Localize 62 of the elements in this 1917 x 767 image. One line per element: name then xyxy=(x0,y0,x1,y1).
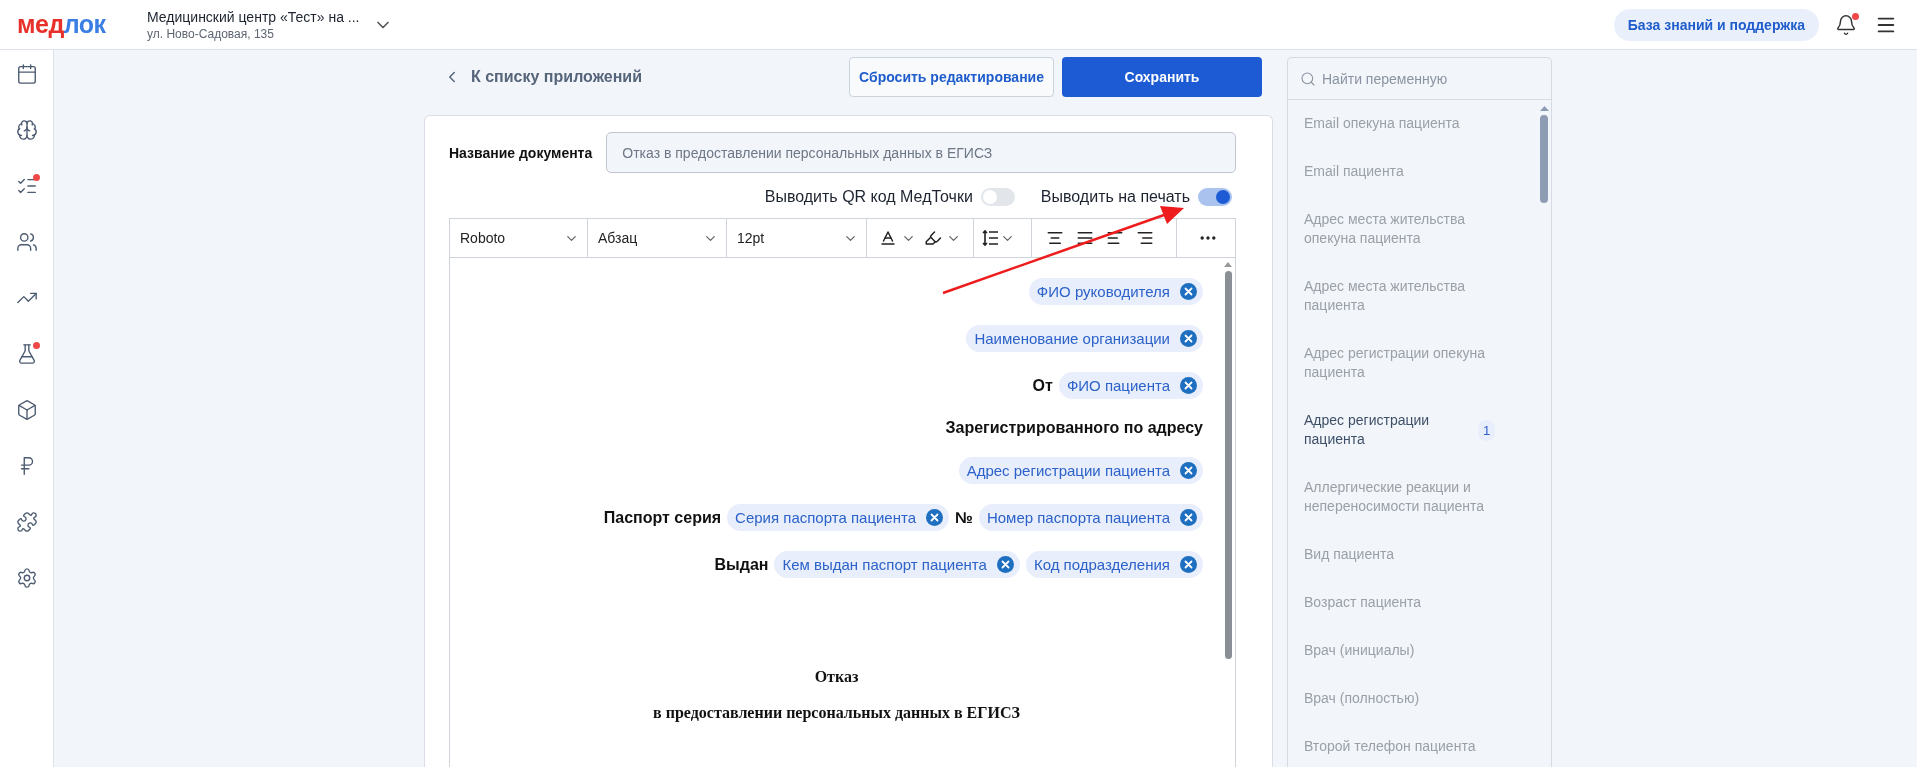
remove-icon[interactable] xyxy=(1180,509,1197,526)
remove-icon[interactable] xyxy=(926,509,944,526)
variable-chip[interactable]: Кем выдан паспорт пациента xyxy=(774,551,1020,578)
box-icon[interactable] xyxy=(15,399,38,421)
document-text: Выдан xyxy=(714,555,769,574)
document-title: в предоставлении персональных данных в ЕГИСЗ xyxy=(653,704,1020,722)
remove-icon[interactable] xyxy=(1180,330,1197,347)
document-text: От xyxy=(1032,376,1053,395)
block-format-select[interactable]: Абзац xyxy=(598,230,718,246)
variable-chip[interactable]: Серия паспорта пациента xyxy=(727,504,950,531)
document-editor[interactable] xyxy=(449,257,1236,767)
variable-chip[interactable]: Наименование организации xyxy=(966,325,1203,352)
variable-chip[interactable]: Код подразделения xyxy=(1025,551,1203,578)
search-field[interactable]: Найти переменную xyxy=(1322,70,1539,87)
field-label: Название документа xyxy=(449,144,593,161)
variable-chip[interactable]: Номер паспорта пациента xyxy=(978,504,1203,531)
remove-icon[interactable] xyxy=(1180,556,1197,573)
settings-icon[interactable] xyxy=(15,567,38,589)
font-select[interactable]: Roboto xyxy=(460,230,579,246)
bell-icon[interactable] xyxy=(1835,13,1857,36)
remove-icon[interactable] xyxy=(1180,462,1197,479)
usage-count: 1 xyxy=(1478,419,1496,441)
help-button[interactable]: База знаний и поддержка xyxy=(1613,8,1819,41)
back-link[interactable]: К списку приложений xyxy=(443,68,642,86)
variable-chip[interactable]: Адрес регистрации пациента xyxy=(958,457,1203,484)
align-right-icon[interactable] xyxy=(1136,229,1154,247)
scroll-up-arrow-icon[interactable] xyxy=(1539,106,1549,111)
document-title: Отказ xyxy=(814,668,859,686)
toggle-label: Выводить на печать xyxy=(1040,188,1190,206)
document-text: № xyxy=(955,508,973,527)
scroll-up-arrow-icon[interactable] xyxy=(1224,262,1232,267)
remove-icon[interactable] xyxy=(1180,377,1197,394)
clinic-address: ул. Ново-Садовая, 135 xyxy=(147,26,275,41)
search-icon xyxy=(1300,70,1316,87)
save-button[interactable]: Сохранить xyxy=(1062,57,1262,97)
text-color-icon[interactable] xyxy=(879,229,897,247)
toggle-switch[interactable] xyxy=(980,188,1015,206)
calendar-icon[interactable] xyxy=(15,63,38,85)
toggle-switch[interactable] xyxy=(1198,188,1232,206)
scrollbar-thumb[interactable] xyxy=(1540,115,1548,203)
line-spacing-icon xyxy=(982,229,998,247)
reset-button[interactable]: Сбросить редактирование xyxy=(849,57,1054,97)
align-justify-icon[interactable] xyxy=(1076,229,1094,247)
puzzle-icon[interactable] xyxy=(15,511,38,533)
users-icon[interactable] xyxy=(15,231,38,253)
align-left-icon[interactable] xyxy=(1106,229,1124,247)
document-text: Паспорт серия xyxy=(603,508,722,527)
toggle-label: Выводить QR код МедТочки xyxy=(764,188,973,206)
brain-icon[interactable] xyxy=(15,119,38,141)
font-size-select[interactable]: 12pt xyxy=(737,230,858,246)
document-text: Зарегистрированного по адресу xyxy=(945,419,1203,437)
scrollbar-thumb[interactable] xyxy=(1224,271,1232,659)
variable-item[interactable]: Адрес регистрации пациента 1 xyxy=(1288,397,1537,464)
logo[interactable]: медлок xyxy=(17,10,147,39)
remove-icon[interactable] xyxy=(996,556,1014,573)
align-center-icon[interactable] xyxy=(1046,229,1064,247)
remove-icon[interactable] xyxy=(1180,283,1197,300)
variable-chip[interactable]: ФИО руководителя xyxy=(1028,278,1203,305)
variable-chip[interactable]: ФИО пациента xyxy=(1058,372,1203,399)
clinic-name[interactable]: Медицинский центр «Тест» на ... xyxy=(147,8,360,25)
highlighter-icon[interactable] xyxy=(924,229,942,247)
document-name-field[interactable]: Отказ в предоставлении персональных данных в ЕГИСЗ xyxy=(606,132,1236,173)
